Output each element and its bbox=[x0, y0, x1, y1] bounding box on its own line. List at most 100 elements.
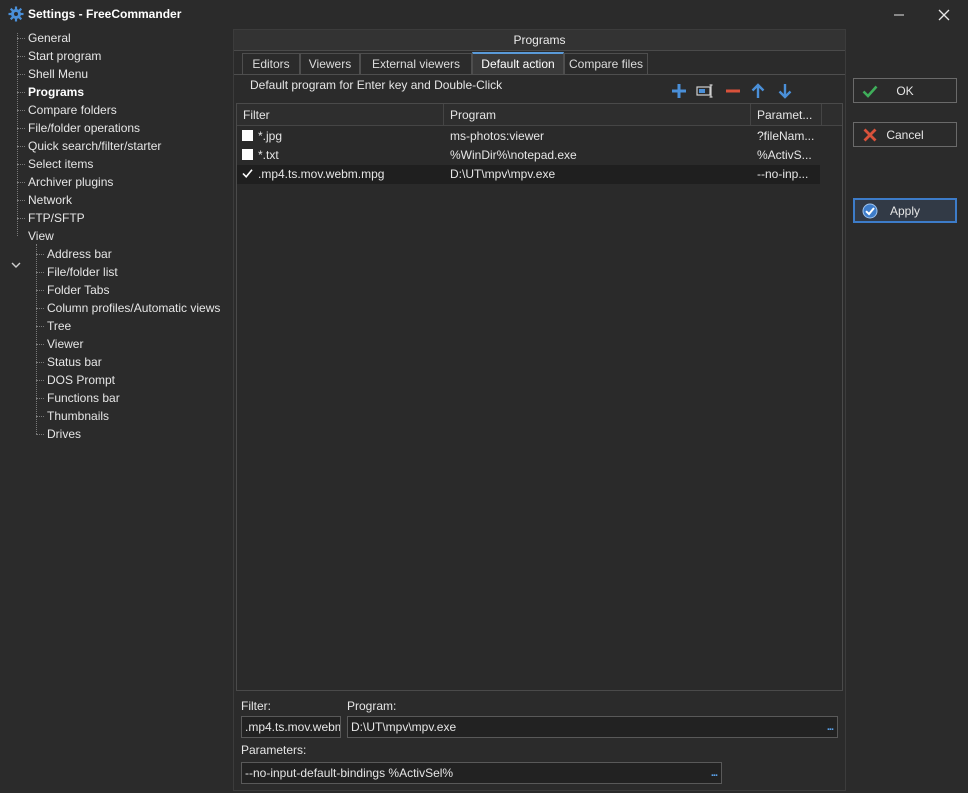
filter-field[interactable]: .mp4.ts.mov.webm.mpg bbox=[241, 716, 341, 738]
arrow-down-icon bbox=[778, 84, 792, 99]
tree-item[interactable]: DOS Prompt bbox=[47, 371, 115, 389]
tree-line bbox=[36, 272, 44, 273]
tree-item[interactable]: Address bar bbox=[47, 245, 112, 263]
tree-line bbox=[36, 380, 44, 381]
minimize-icon bbox=[894, 14, 904, 15]
tree-item[interactable]: Thumbnails bbox=[47, 407, 109, 425]
program-field[interactable]: D:\UT\mpv\mpv.exe ... bbox=[347, 716, 838, 738]
tab-default-action[interactable]: Default action bbox=[472, 52, 564, 75]
tree-line bbox=[17, 128, 25, 129]
minimize-button[interactable] bbox=[876, 0, 922, 29]
minus-icon bbox=[726, 89, 740, 93]
programs-panel: Programs Editors Viewers External viewer… bbox=[233, 29, 846, 791]
plus-icon bbox=[672, 84, 686, 98]
column-header-filter[interactable]: Filter bbox=[237, 104, 444, 126]
tree-item[interactable]: Programs bbox=[28, 83, 84, 101]
tree-item[interactable]: Shell Menu bbox=[28, 65, 88, 83]
row-filter: *.txt bbox=[258, 148, 279, 162]
tree-item[interactable]: FTP/SFTP bbox=[28, 209, 85, 227]
table-row[interactable]: *.jpg ms-photos:viewer ?fileNam... bbox=[237, 127, 820, 146]
row-program: %WinDir%\notepad.exe bbox=[450, 148, 577, 162]
tab-viewers[interactable]: Viewers bbox=[300, 53, 360, 74]
tree-item[interactable]: Status bar bbox=[47, 353, 102, 371]
apply-button[interactable]: Apply bbox=[853, 198, 957, 223]
tree-line bbox=[17, 164, 25, 165]
tree-item[interactable]: View bbox=[28, 227, 54, 245]
tree-line bbox=[17, 56, 25, 57]
tree-item[interactable]: Select items bbox=[28, 155, 93, 173]
window-title: Settings - FreeCommander bbox=[28, 7, 182, 21]
tab-divider bbox=[234, 74, 845, 75]
tree-item[interactable]: Drives bbox=[47, 425, 81, 443]
tree-line bbox=[36, 434, 44, 435]
cancel-label: Cancel bbox=[886, 127, 924, 142]
row-program: D:\UT\mpv\mpv.exe bbox=[450, 167, 556, 181]
ok-label: OK bbox=[896, 83, 914, 98]
tree-item[interactable]: Tree bbox=[47, 317, 71, 335]
tree-item[interactable]: Column profiles/Automatic views bbox=[47, 299, 220, 317]
tree-line bbox=[17, 33, 18, 236]
table-row[interactable]: .mp4.ts.mov.webm.mpg D:\UT\mpv\mpv.exe -… bbox=[237, 165, 820, 184]
tree-line bbox=[17, 92, 25, 93]
tree-line bbox=[36, 416, 44, 417]
tree-item[interactable]: Compare folders bbox=[28, 101, 117, 119]
chevron-down-icon[interactable] bbox=[10, 260, 22, 270]
tree-item[interactable]: Network bbox=[28, 191, 72, 209]
title-bar: Settings - FreeCommander bbox=[0, 0, 968, 29]
parameters-label: Parameters: bbox=[241, 743, 307, 757]
filter-label: Filter: bbox=[241, 699, 271, 713]
tree-item[interactable]: General bbox=[28, 29, 71, 47]
tree-line bbox=[36, 290, 44, 291]
tree-item[interactable]: Folder Tabs bbox=[47, 281, 109, 299]
remove-button[interactable] bbox=[724, 82, 742, 100]
check-icon[interactable] bbox=[242, 168, 253, 179]
apply-label: Apply bbox=[889, 203, 921, 218]
close-icon bbox=[938, 9, 950, 20]
tree-line bbox=[36, 398, 44, 399]
list-header: Filter Program Paramet... bbox=[237, 104, 842, 126]
close-button[interactable] bbox=[921, 0, 967, 29]
tree-line bbox=[36, 362, 44, 363]
row-parameters: --no-inp... bbox=[757, 167, 809, 181]
tree-line bbox=[17, 74, 25, 75]
tree-item[interactable]: File/folder list bbox=[47, 263, 118, 281]
edit-button[interactable] bbox=[696, 82, 714, 100]
tree-line bbox=[36, 326, 44, 327]
cancel-button[interactable]: Cancel bbox=[853, 122, 957, 147]
tree-item[interactable]: File/folder operations bbox=[28, 119, 140, 137]
edit-area: Filter: Program: .mp4.ts.mov.webm.mpg D:… bbox=[236, 692, 843, 790]
ok-button[interactable]: OK bbox=[853, 78, 957, 103]
column-header-parameters[interactable]: Paramet... bbox=[751, 104, 822, 126]
tree-item[interactable]: Start program bbox=[28, 47, 101, 65]
add-button[interactable] bbox=[670, 82, 688, 100]
program-label: Program: bbox=[347, 699, 397, 713]
filter-field-value: .mp4.ts.mov.webm.mpg bbox=[245, 720, 340, 734]
tree-line bbox=[36, 344, 44, 345]
panel-header: Programs bbox=[234, 30, 845, 51]
tree-item[interactable]: Viewer bbox=[47, 335, 83, 353]
move-down-button[interactable] bbox=[776, 82, 794, 100]
tree-item[interactable]: Archiver plugins bbox=[28, 173, 113, 191]
row-checkbox[interactable] bbox=[242, 149, 253, 160]
tree-item[interactable]: Functions bar bbox=[47, 389, 120, 407]
programs-list[interactable]: Filter Program Paramet... *.jpg ms-photo… bbox=[236, 103, 843, 691]
tree-item[interactable]: Quick search/filter/starter bbox=[28, 137, 161, 155]
row-parameters: ?fileNam... bbox=[757, 129, 815, 143]
move-up-button[interactable] bbox=[749, 82, 767, 100]
tab-external-viewers[interactable]: External viewers bbox=[360, 53, 472, 74]
row-checkbox[interactable] bbox=[242, 130, 253, 141]
gear-icon bbox=[8, 6, 24, 22]
settings-tree: General Start program Shell Menu Programs Co… bbox=[4, 29, 232, 791]
tree-line bbox=[17, 218, 25, 219]
program-field-value: D:\UT\mpv\mpv.exe bbox=[351, 720, 457, 734]
browse-parameters-button[interactable]: ... bbox=[711, 763, 718, 783]
row-parameters: %ActivS... bbox=[757, 148, 812, 162]
tab-editors[interactable]: Editors bbox=[242, 53, 300, 74]
section-subtitle: Default program for Enter key and Double… bbox=[250, 78, 503, 92]
column-header-program[interactable]: Program bbox=[444, 104, 751, 126]
browse-program-button[interactable]: ... bbox=[827, 717, 834, 737]
parameters-field[interactable]: --no-input-default-bindings %ActivSel% .… bbox=[241, 762, 722, 784]
table-row[interactable]: *.txt %WinDir%\notepad.exe %ActivS... bbox=[237, 146, 820, 165]
tree-line bbox=[17, 200, 25, 201]
tab-compare-files[interactable]: Compare files bbox=[564, 53, 648, 74]
